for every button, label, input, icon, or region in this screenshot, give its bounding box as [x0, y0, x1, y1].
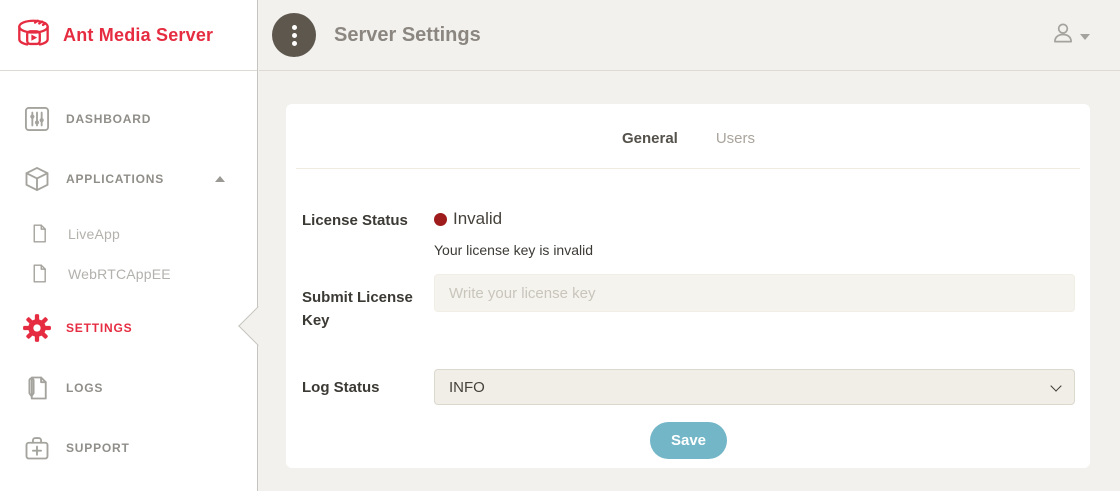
save-button[interactable]: Save	[650, 422, 727, 459]
license-status-label: License Status	[302, 209, 434, 258]
sidebar-item-label: SETTINGS	[66, 321, 132, 335]
log-status-label: Log Status	[302, 376, 434, 399]
document-icon	[28, 223, 50, 245]
license-key-input[interactable]	[434, 274, 1075, 312]
sidebar-item-label: LOGS	[66, 381, 103, 395]
tab-users[interactable]: Users	[714, 128, 757, 153]
logs-icon	[22, 373, 52, 403]
submit-license-label: Submit License Key	[302, 274, 434, 332]
sidebar-item-label: SUPPORT	[66, 441, 130, 455]
sidebar-item-liveapp[interactable]: LiveApp	[0, 214, 257, 253]
license-status-value: Invalid	[434, 209, 1075, 229]
app-window: Ant Media Server DASHBOARD	[0, 0, 1120, 491]
settings-gear-icon	[22, 313, 52, 343]
license-status-text: Invalid	[453, 209, 502, 229]
sidebar-item-label: WebRTCAppEE	[68, 266, 171, 282]
license-status-row: License Status Invalid Your license key …	[302, 209, 1075, 258]
sidebar-item-label: APPLICATIONS	[66, 172, 164, 186]
settings-card: General Users License Status Invalid You…	[286, 104, 1090, 468]
tab-divider	[296, 168, 1080, 169]
sidebar-item-label: LiveApp	[68, 226, 120, 242]
sidebar-item-settings[interactable]: SETTINGS	[0, 304, 257, 352]
collapse-caret-icon[interactable]	[215, 176, 225, 182]
log-status-row: Log Status INFO	[302, 369, 1075, 405]
sidebar: Ant Media Server DASHBOARD	[0, 0, 258, 491]
log-level-select[interactable]: INFO	[434, 369, 1075, 405]
sidebar-item-applications[interactable]: APPLICATIONS	[0, 155, 257, 203]
applications-icon	[22, 164, 52, 194]
ant-media-logo-icon	[13, 15, 55, 55]
brand-name: Ant Media Server	[63, 25, 213, 46]
options-menu-button[interactable]	[272, 13, 316, 57]
submit-license-row: Submit License Key	[302, 274, 1075, 332]
sidebar-nav: DASHBOARD APPLICATIONS	[0, 71, 257, 472]
document-icon	[28, 263, 50, 285]
person-icon	[1050, 20, 1076, 51]
main-area: Server Settings General Users License St…	[259, 0, 1120, 491]
sidebar-item-logs[interactable]: LOGS	[0, 364, 257, 412]
vertical-ellipsis-icon	[292, 25, 297, 30]
support-icon	[22, 433, 52, 463]
sidebar-item-support[interactable]: SUPPORT	[0, 424, 257, 472]
top-header: Server Settings	[259, 0, 1120, 71]
brand-logo[interactable]: Ant Media Server	[0, 0, 257, 71]
status-dot-icon	[434, 213, 447, 226]
sidebar-item-webrtcappee[interactable]: WebRTCAppEE	[0, 254, 257, 293]
page-title: Server Settings	[334, 24, 481, 47]
dropdown-caret-icon	[1080, 34, 1090, 40]
tab-general[interactable]: General	[620, 128, 680, 153]
sidebar-item-dashboard[interactable]: DASHBOARD	[0, 95, 257, 143]
dashboard-icon	[22, 104, 52, 134]
license-status-helper: Your license key is invalid	[434, 242, 1075, 258]
sidebar-item-label: DASHBOARD	[66, 112, 151, 126]
tab-bar: General Users	[302, 128, 1075, 153]
account-menu[interactable]	[1050, 20, 1090, 51]
